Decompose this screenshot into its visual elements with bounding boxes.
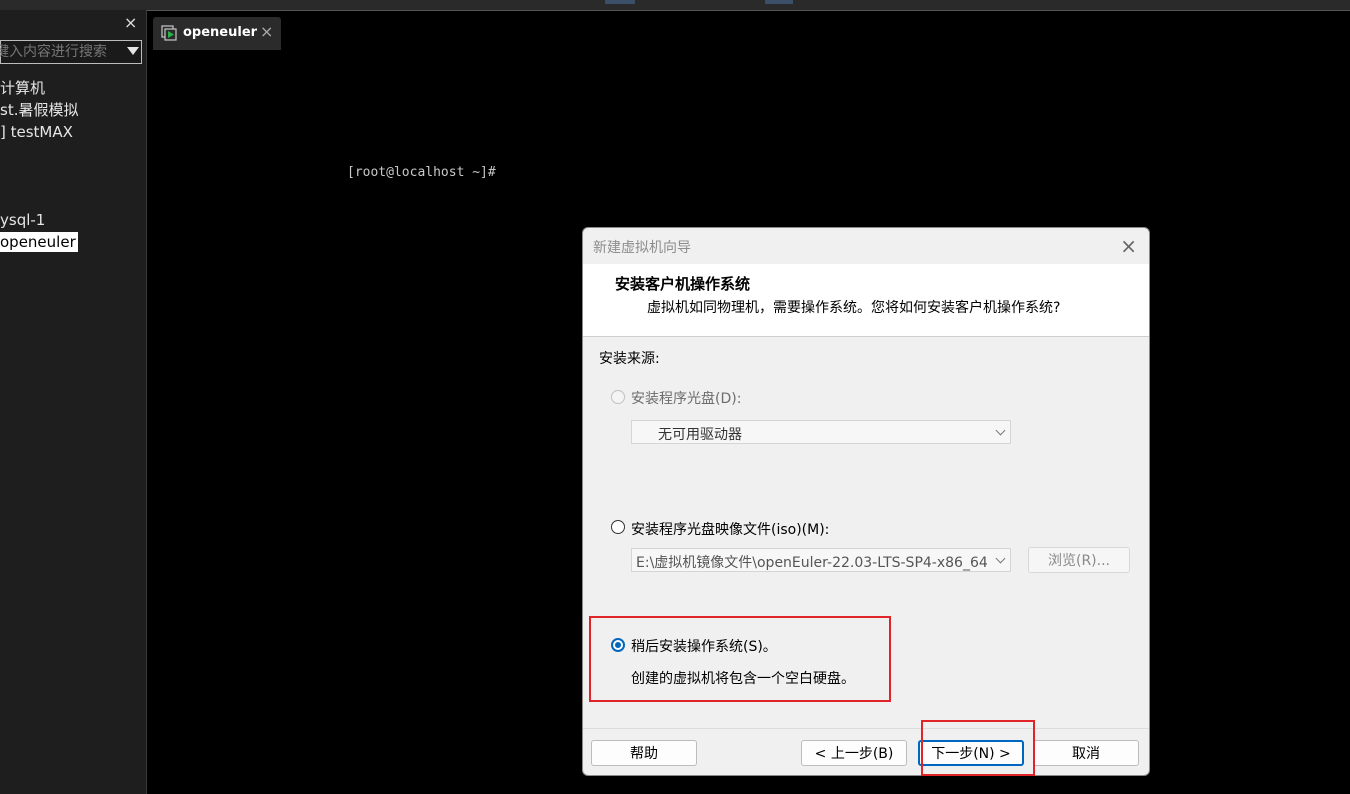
window-top-strip xyxy=(0,0,1350,11)
library-item-mysql-1[interactable]: ysql-1 xyxy=(0,210,45,230)
annotation-highlight-install-later xyxy=(589,616,891,702)
vm-play-icon xyxy=(161,25,177,41)
radio-iso-label: 安装程序光盘映像文件(iso)(M): xyxy=(631,522,830,538)
dialog-header: 安装客户机操作系统 虚拟机如同物理机，需要操作系统。您将如何安装客户机操作系统? xyxy=(583,264,1149,337)
cancel-button[interactable]: 取消 xyxy=(1033,740,1139,766)
iso-path-value: E:\虚拟机镜像文件\openEuler-22.03-LTS-SP4-x86_6… xyxy=(636,555,988,571)
back-button[interactable]: < 上一步(B) xyxy=(801,740,907,766)
library-item-testmax[interactable]: ] testMAX xyxy=(0,122,73,142)
annotation-highlight-next xyxy=(921,720,1035,776)
chevron-down-icon xyxy=(995,553,1006,564)
library-item-summer-sim[interactable]: st.暑假模拟 xyxy=(0,100,78,120)
top-toolbar-segment xyxy=(765,0,793,4)
radio-disc-label: 安装程序光盘(D): xyxy=(631,391,742,407)
library-item-my-computer[interactable]: 计算机 xyxy=(0,78,45,98)
library-panel: × 计算机 st.暑假模拟 ] testMAX ysql-1 openeuler xyxy=(0,10,147,794)
footer-divider xyxy=(583,728,1149,729)
browse-button[interactable]: 浏览(R)... xyxy=(1028,547,1130,573)
help-button[interactable]: 帮助 xyxy=(591,740,697,766)
search-dropdown-icon[interactable] xyxy=(127,47,139,55)
dialog-close-icon[interactable]: × xyxy=(1120,234,1137,258)
radio-iso[interactable] xyxy=(611,520,625,534)
tab-close-icon[interactable]: × xyxy=(260,22,273,41)
tab-openeuler[interactable]: openeuler × xyxy=(153,17,281,50)
dialog-subheading: 虚拟机如同物理机，需要操作系统。您将如何安装客户机操作系统? xyxy=(647,300,1061,316)
library-search-input[interactable] xyxy=(0,41,115,63)
tab-label: openeuler xyxy=(183,25,258,40)
iso-path-select[interactable]: E:\虚拟机镜像文件\openEuler-22.03-LTS-SP4-x86_6… xyxy=(631,548,1011,572)
dialog-title: 新建虚拟机向导 xyxy=(593,240,691,256)
install-source-label: 安装来源: xyxy=(599,351,660,367)
dialog-heading: 安装客户机操作系统 xyxy=(615,275,751,293)
chevron-down-icon xyxy=(995,425,1006,436)
top-toolbar-segment xyxy=(605,0,635,4)
disc-drive-value: 无可用驱动器 xyxy=(658,427,742,443)
disc-drive-select[interactable]: 无可用驱动器 xyxy=(631,420,1011,444)
library-search-box[interactable] xyxy=(0,40,142,64)
library-item-openeuler[interactable]: openeuler xyxy=(0,232,78,252)
console-prompt: [root@localhost ~]# xyxy=(347,165,496,180)
radio-disc[interactable] xyxy=(611,390,625,404)
library-close-icon[interactable]: × xyxy=(124,14,137,32)
